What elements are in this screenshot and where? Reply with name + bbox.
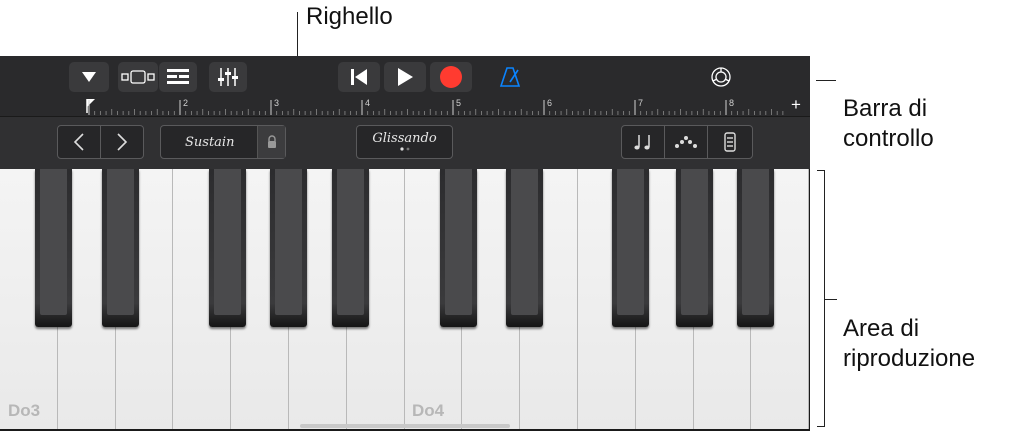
record-icon xyxy=(440,66,462,88)
play-button[interactable] xyxy=(384,62,426,92)
black-key[interactable] xyxy=(440,169,477,327)
toolbar xyxy=(0,56,810,98)
leader-line-control-bar xyxy=(816,80,836,81)
ruler[interactable]: 2 3 4 5 6 7 8 + xyxy=(0,95,810,116)
skip-back-icon xyxy=(351,69,367,85)
black-key[interactable] xyxy=(737,169,774,327)
sustain-button[interactable]: Sustain xyxy=(160,125,286,159)
chevron-right-icon xyxy=(117,133,128,151)
garageband-keyboard-app: 2 3 4 5 6 7 8 + Sustain Glissando Do3 Do4 xyxy=(0,56,810,431)
black-key[interactable] xyxy=(332,169,369,327)
ruler-bar-number: 4 xyxy=(365,98,371,108)
octave-up-button[interactable] xyxy=(100,125,144,159)
callout-ruler-text: Righello xyxy=(306,3,393,30)
callout-control-bar: Barra di controllo xyxy=(843,64,934,154)
track-list-icon xyxy=(167,69,189,84)
callout-play-area: Area di riproduzione xyxy=(843,284,975,374)
sustain-lock-button[interactable] xyxy=(257,126,285,158)
ruler-bar-number: 8 xyxy=(729,98,735,108)
callout-control-bar-text: Barra di controllo xyxy=(843,95,934,152)
ruler-bar-number: 5 xyxy=(456,98,462,108)
leader-line-play-area xyxy=(825,299,837,300)
mixer-button[interactable] xyxy=(209,62,247,92)
octave-down-button[interactable] xyxy=(57,125,101,159)
black-key[interactable] xyxy=(506,169,543,327)
black-key[interactable] xyxy=(102,169,139,327)
ruler-bar-number: 3 xyxy=(274,98,280,108)
browser-dropdown-button[interactable] xyxy=(69,62,109,92)
bracket-bottom-tick xyxy=(817,426,825,427)
keyboard-play-area[interactable]: Do3 Do4 xyxy=(0,169,810,431)
metronome-button[interactable] xyxy=(492,62,528,92)
control-bar: Sustain Glissando xyxy=(0,116,810,170)
metronome-icon xyxy=(499,67,521,87)
arpeggiator-button[interactable] xyxy=(664,125,708,159)
settings-gear-icon xyxy=(711,67,731,87)
lock-icon xyxy=(267,135,276,148)
bracket-play-area xyxy=(824,170,825,426)
go-to-start-button[interactable] xyxy=(338,62,380,92)
ruler-bar-number: 6 xyxy=(547,98,553,108)
ruler-bar-number: 7 xyxy=(638,98,644,108)
ruler-add-button[interactable]: + xyxy=(791,95,801,115)
page-dots-icon xyxy=(399,147,409,151)
track-list-button[interactable] xyxy=(159,62,197,92)
black-key[interactable] xyxy=(209,169,246,327)
callout-play-area-text: Area di riproduzione xyxy=(843,315,976,372)
home-indicator xyxy=(300,424,510,428)
black-key[interactable] xyxy=(270,169,307,327)
keyboard-settings-button[interactable] xyxy=(707,125,753,159)
black-key[interactable] xyxy=(676,169,713,327)
ruler-ticks xyxy=(88,100,784,115)
arpeggiator-icon xyxy=(675,136,697,148)
bracket-top-tick xyxy=(817,170,825,171)
tracks-view-icon xyxy=(121,70,155,84)
sustain-label: Sustain xyxy=(185,134,235,150)
record-button[interactable] xyxy=(430,62,472,92)
black-key[interactable] xyxy=(612,169,649,327)
mixer-sliders-icon xyxy=(218,68,238,86)
play-icon xyxy=(398,68,413,86)
black-key[interactable] xyxy=(35,169,72,327)
tracks-view-button[interactable] xyxy=(118,62,158,92)
key-label-do4: Do4 xyxy=(412,401,445,420)
key-label-do3: Do3 xyxy=(8,401,41,420)
callout-ruler: Righello xyxy=(306,2,393,32)
ruler-bar-number: 2 xyxy=(183,98,189,108)
music-notes-icon xyxy=(634,135,650,150)
note-button[interactable] xyxy=(621,125,665,159)
glissando-button[interactable]: Glissando xyxy=(356,125,453,159)
triangle-down-icon xyxy=(82,72,96,82)
chevron-left-icon xyxy=(73,133,84,151)
settings-button[interactable] xyxy=(704,62,738,92)
glissando-label: Glissando xyxy=(372,131,437,146)
keyboard-layout-icon xyxy=(724,132,736,152)
